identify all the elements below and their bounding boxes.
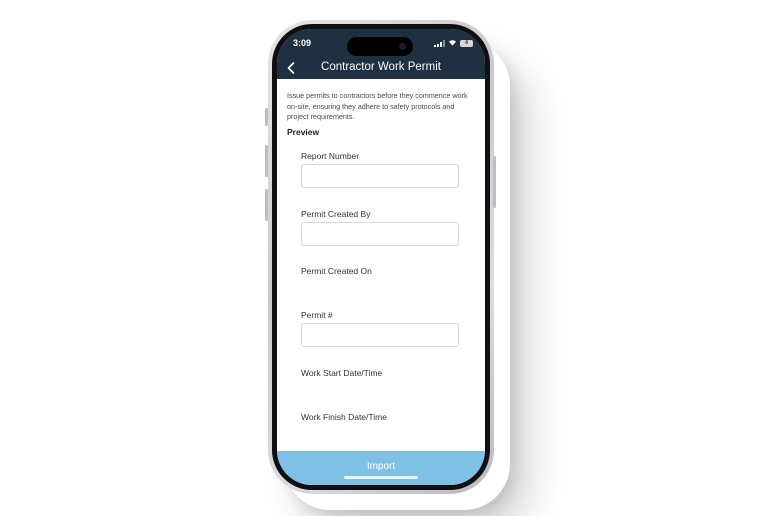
- form-description: Issue permits to contractors before they…: [287, 91, 468, 121]
- form-content[interactable]: Issue permits to contractors before they…: [277, 79, 485, 451]
- permit-created-by-label: Permit Created By: [301, 209, 371, 219]
- battery-icon: 4: [460, 40, 473, 47]
- signal-icon: [434, 40, 445, 47]
- permit-created-on-label: Permit Created On: [301, 266, 372, 276]
- home-indicator[interactable]: [344, 476, 418, 479]
- permit-created-by-input[interactable]: [301, 222, 459, 246]
- page-title: Contractor Work Permit: [321, 61, 441, 73]
- dynamic-island: [347, 37, 413, 56]
- status-icons: 4: [434, 39, 473, 48]
- report-number-label: Report Number: [301, 151, 360, 161]
- app-header: 3:09 4 Contractor Work Permit: [277, 29, 485, 79]
- import-button[interactable]: Import: [277, 451, 485, 485]
- volume-up-button: [265, 145, 268, 177]
- permit-number-input[interactable]: [301, 323, 459, 347]
- action-button: [265, 108, 268, 126]
- work-start-datetime-label: Work Start Date/Time: [301, 368, 383, 378]
- preview-heading: Preview: [287, 127, 320, 137]
- back-button[interactable]: [283, 60, 299, 76]
- permit-number-label: Permit #: [301, 310, 333, 320]
- import-button-label: Import: [366, 461, 396, 472]
- chevron-left-icon: [287, 62, 295, 74]
- wifi-icon: [448, 39, 457, 48]
- phone-screen: 3:09 4 Contractor Work Permit Issue perm…: [277, 29, 485, 485]
- report-number-input[interactable]: [301, 164, 459, 188]
- status-time: 3:09: [293, 38, 312, 48]
- power-button: [493, 156, 496, 208]
- work-finish-datetime-label: Work Finish Date/Time: [301, 412, 387, 422]
- volume-down-button: [265, 189, 268, 221]
- camera-icon: [399, 43, 406, 50]
